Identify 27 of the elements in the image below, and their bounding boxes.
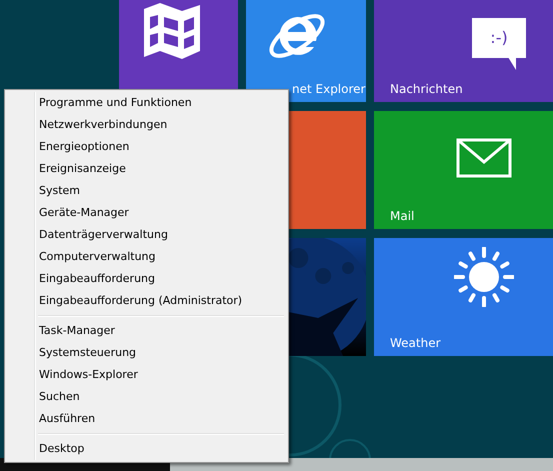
menu-item[interactable]: Eingabeaufforderung bbox=[7, 268, 286, 290]
app-tile[interactable]: Weather bbox=[374, 238, 553, 356]
menu-item[interactable]: Geräte-Manager bbox=[7, 202, 286, 224]
tile-label: Mail bbox=[390, 209, 414, 223]
tile-label: Nachrichten bbox=[390, 82, 463, 96]
menu-item[interactable]: Systemsteuerung bbox=[7, 342, 286, 364]
menu-item[interactable]: Windows-Explorer bbox=[7, 364, 286, 386]
menu-item[interactable]: Task-Manager bbox=[7, 320, 286, 342]
menu-item[interactable]: Energieoptionen bbox=[7, 136, 286, 158]
menu-item[interactable]: Ausführen bbox=[7, 408, 286, 430]
map-icon bbox=[142, 3, 202, 59]
sun-icon bbox=[454, 247, 514, 307]
menu-item[interactable]: Netzwerkverbindungen bbox=[7, 114, 286, 136]
app-tile[interactable]: net Explorer bbox=[246, 0, 366, 102]
tile-label: Weather bbox=[390, 336, 441, 350]
menu-item[interactable]: Suchen bbox=[7, 386, 286, 408]
menu-item[interactable]: Ereignisanzeige bbox=[7, 158, 286, 180]
menu-item[interactable]: Computerverwaltung bbox=[7, 246, 286, 268]
chat-bubble-icon: :-) bbox=[472, 18, 526, 70]
app-tile[interactable]: Mail bbox=[374, 111, 553, 229]
app-tile[interactable]: :-) Nachrichten bbox=[374, 0, 553, 102]
menu-item[interactable]: Desktop bbox=[7, 438, 286, 460]
menu-item[interactable]: System bbox=[7, 180, 286, 202]
menu-item[interactable]: Eingabeaufforderung (Administrator) bbox=[7, 290, 286, 312]
menu-item[interactable]: Datenträgerverwaltung bbox=[7, 224, 286, 246]
tile-label: net Explorer bbox=[292, 82, 366, 96]
envelope-icon bbox=[456, 138, 512, 178]
